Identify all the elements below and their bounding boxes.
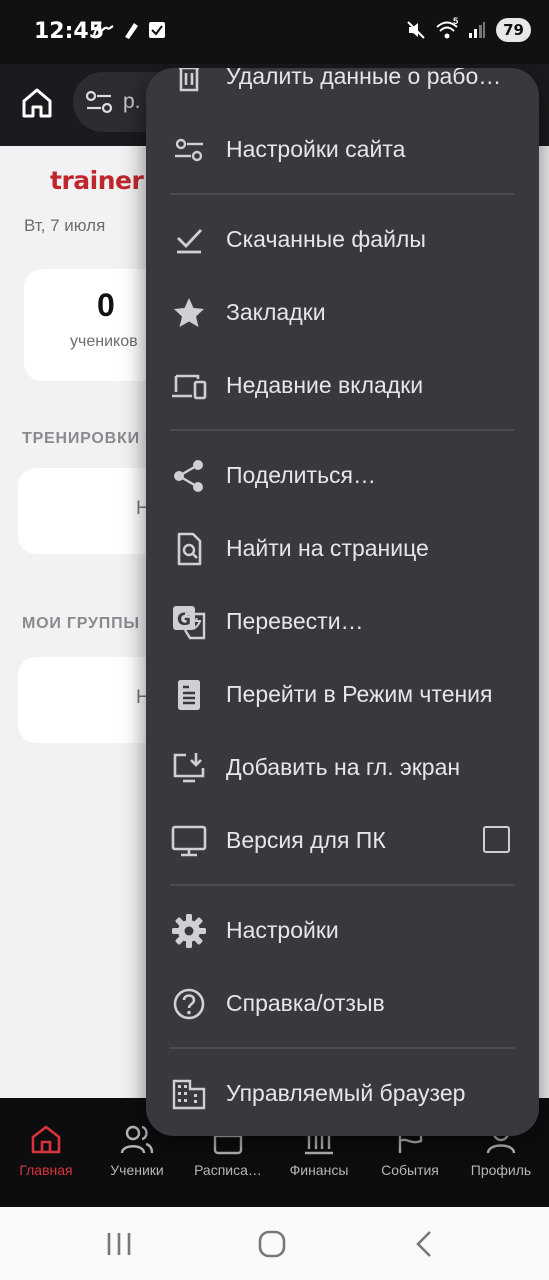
tune-icon xyxy=(175,138,203,162)
menu-item-label: Добавить на гл. экран xyxy=(226,754,461,780)
download-done-icon xyxy=(177,229,203,254)
menu-item-label: Справка/отзыв xyxy=(226,990,385,1016)
home-icon xyxy=(31,1125,61,1154)
help-icon xyxy=(173,988,205,1020)
menu-item-label: Закладки xyxy=(226,299,326,325)
stat-value: 0 xyxy=(97,287,115,323)
menu-item-label: Недавние вкладки xyxy=(226,372,424,398)
status-bar: 12:45 5 79 xyxy=(0,0,549,64)
tab-label: События xyxy=(381,1162,439,1178)
find-in-page-icon xyxy=(177,532,202,566)
home-nav-icon[interactable] xyxy=(257,1229,287,1259)
url-text[interactable]: p. xyxy=(123,90,141,114)
wifi-icon: 5 xyxy=(436,16,458,40)
share-icon xyxy=(174,460,203,492)
tab-label: Финансы xyxy=(289,1162,349,1178)
menu-divider xyxy=(170,193,515,195)
battery-indicator: 79 xyxy=(496,18,531,42)
menu-item-add-to-home[interactable]: Добавить на гл. экран xyxy=(146,731,539,804)
menu-divider xyxy=(170,429,515,431)
reader-mode-icon xyxy=(178,680,200,710)
menu-item-label: Поделиться… xyxy=(226,462,377,488)
menu-item-label: Скачанные файлы xyxy=(226,226,426,252)
browser-home-button[interactable] xyxy=(18,84,56,122)
add-to-home-icon xyxy=(173,753,205,783)
menu-item-delete-data[interactable]: Удалить данные о рабо… xyxy=(146,68,539,113)
menu-item-label: Удалить данные о рабо… xyxy=(226,68,502,89)
translate-icon: G xyxy=(173,606,206,640)
menu-item-translate[interactable]: G Перевести… xyxy=(146,585,539,658)
menu-item-label: Версия для ПК xyxy=(226,827,386,853)
menu-item-site-settings[interactable]: Настройки сайта xyxy=(146,113,539,186)
menu-item-downloads[interactable]: Скачанные файлы xyxy=(146,203,539,276)
menu-item-help[interactable]: Справка/отзыв xyxy=(146,967,539,1040)
menu-item-share[interactable]: Поделиться… xyxy=(146,439,539,512)
pen-icon xyxy=(125,23,138,39)
menu-item-label: Перевести… xyxy=(226,608,364,634)
devices-icon xyxy=(172,374,207,400)
home-icon xyxy=(22,88,52,118)
back-icon[interactable] xyxy=(410,1229,440,1259)
star-icon xyxy=(174,298,204,327)
status-system-icons: 5 79 xyxy=(406,16,531,42)
menu-item-label: Управляемый браузер xyxy=(226,1080,466,1106)
section-title-groups: МОИ ГРУППЫ xyxy=(22,615,140,632)
tab-label: Главная xyxy=(19,1162,73,1178)
menu-item-label: Настройки xyxy=(226,917,339,943)
recent-apps-icon[interactable] xyxy=(104,1229,134,1259)
signature-icon xyxy=(92,24,114,36)
menu-item-label: Перейти в Режим чтения xyxy=(226,681,493,707)
gear-icon xyxy=(172,914,206,948)
tab-label: Профиль xyxy=(470,1162,532,1178)
menu-item-desktop-version[interactable]: Версия для ПК xyxy=(146,804,539,877)
tab-label: Расписа… xyxy=(194,1162,262,1178)
menu-item-settings[interactable]: Настройки xyxy=(146,894,539,967)
tune-icon[interactable] xyxy=(85,89,113,115)
tab-label: Ученики xyxy=(110,1162,164,1178)
signal-icon xyxy=(469,22,486,38)
menu-item-label: Настройки сайта xyxy=(226,136,406,162)
menu-item-reader-mode[interactable]: Перейти в Режим чтения xyxy=(146,658,539,731)
wifi-badge: 5 xyxy=(453,16,459,26)
managed-browser-icon xyxy=(172,1079,206,1110)
system-navigation-bar xyxy=(0,1207,549,1280)
trash-icon xyxy=(179,68,199,92)
menu-item-label: Найти на странице xyxy=(226,535,429,561)
desktop-version-checkbox[interactable] xyxy=(483,826,510,853)
mute-icon xyxy=(407,21,425,39)
menu-divider xyxy=(170,884,515,886)
desktop-icon xyxy=(171,825,207,857)
menu-item-recent-tabs[interactable]: Недавние вкладки xyxy=(146,349,539,422)
stat-label: учеников xyxy=(70,333,138,350)
browser-overflow-menu: Удалить данные о рабо… Настройки сайта С… xyxy=(146,68,539,1136)
menu-item-find-in-page[interactable]: Найти на странице xyxy=(146,512,539,585)
current-date: Вт, 7 июля xyxy=(24,216,106,235)
checkbox-icon xyxy=(149,22,165,38)
menu-item-managed-browser[interactable]: Управляемый браузер xyxy=(146,1057,539,1130)
tab-home[interactable]: Главная xyxy=(0,1122,92,1178)
section-title-trainings: ТРЕНИРОВКИ С xyxy=(22,430,158,447)
menu-divider xyxy=(170,1047,515,1049)
site-logo: trainer xyxy=(50,166,144,195)
menu-item-bookmarks[interactable]: Закладки xyxy=(146,276,539,349)
status-notification-icons xyxy=(92,20,166,40)
